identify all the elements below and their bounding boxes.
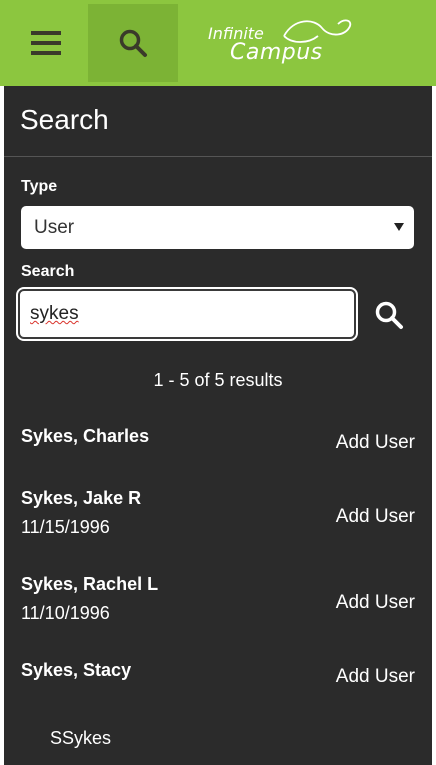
add-user-button[interactable]: Add User [336, 666, 415, 688]
result-name: Sykes, Jake R [21, 488, 142, 508]
add-user-button[interactable]: Add User [336, 592, 415, 614]
search-label: Search [21, 263, 75, 280]
type-select[interactable]: User [21, 206, 414, 249]
search-icon [119, 29, 147, 57]
search-icon [375, 301, 403, 329]
add-user-button[interactable]: Add User [336, 432, 415, 454]
search-panel: Search Type User Search 1 - 5 of 5 resul… [4, 86, 432, 765]
result-dob: 11/10/1996 [21, 603, 110, 623]
search-input-wrapper [18, 289, 356, 339]
result-name: Sykes, Charles [21, 426, 150, 446]
menu-button[interactable] [4, 4, 88, 82]
top-bar: Infinite Campus [0, 0, 436, 86]
results-count: 1 - 5 of 5 results [153, 370, 283, 390]
app: Infinite Campus Search Type User Search … [0, 0, 436, 765]
result-name: Sykes, Rachel L [21, 574, 159, 594]
dropdown-arrow-icon [394, 223, 404, 231]
header-search-button[interactable] [88, 4, 178, 82]
search-input[interactable] [30, 299, 340, 329]
hamburger-menu-icon [31, 31, 61, 55]
divider [4, 156, 432, 157]
type-select-value: User [34, 216, 75, 238]
search-submit-button[interactable] [369, 295, 409, 335]
result-name: Sykes, Stacy [21, 660, 132, 680]
add-user-button[interactable]: Add User [336, 506, 415, 528]
result-dob: 11/15/1996 [21, 517, 110, 537]
panel-title: Search [20, 104, 109, 135]
result-username[interactable]: SSykes [50, 728, 111, 749]
type-label: Type [21, 178, 58, 195]
infinite-campus-logo: Infinite Campus [200, 12, 360, 72]
logo-swoosh-icon [283, 19, 352, 43]
